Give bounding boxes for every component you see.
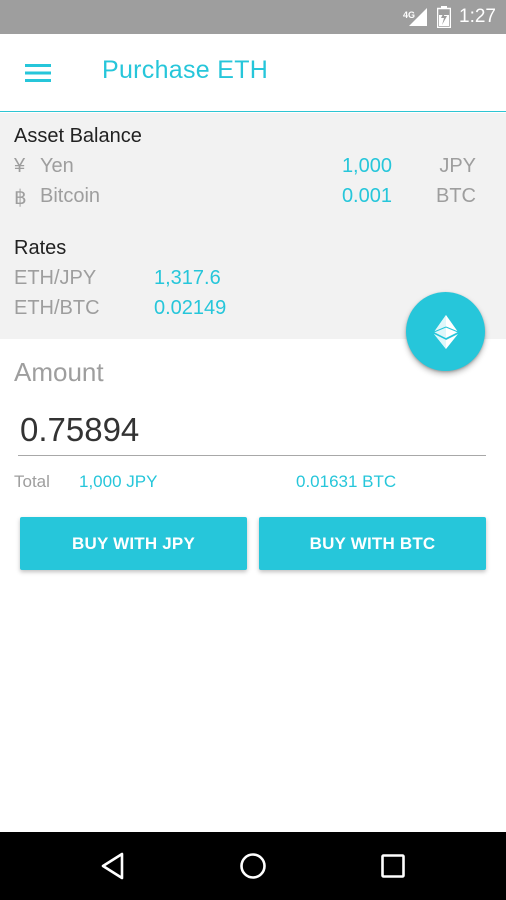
amount-input[interactable] [18,404,486,456]
balance-row-yen: ¥ Yen 1,000 JPY [14,155,492,185]
recent-apps-button[interactable] [369,842,417,890]
rate-value: 1,317.6 [154,267,221,289]
balance-unit: JPY [439,155,476,177]
total-label: Total [14,472,50,491]
total-jpy-value: 1,000 JPY [79,472,158,491]
rate-row-eth-jpy: ETH/JPY 1,317.6 [14,267,492,297]
buy-with-jpy-button[interactable]: BUY WITH JPY [20,517,247,570]
buy-with-btc-button[interactable]: BUY WITH BTC [259,517,486,570]
home-button[interactable] [229,842,277,890]
total-row: Total 1,000 JPY 0.01631 BTC [14,472,494,494]
network-type-label: 4G [403,10,416,20]
ethereum-icon [433,314,458,349]
status-clock: 1:27 [459,6,496,27]
balance-unit: BTC [436,185,476,207]
page-title: Purchase ETH [102,56,269,84]
app-bar: Purchase ETH [0,34,506,112]
rate-label: ETH/JPY [14,267,97,289]
battery-icon [437,6,452,28]
rates-heading: Rates [14,237,67,259]
balance-label: Yen [40,155,74,177]
balance-value: 1,000 [341,155,392,177]
status-icons: 4G 1:27 [403,0,496,34]
balance-value: 0.001 [341,185,392,207]
back-icon [101,852,124,880]
menu-button[interactable] [16,54,62,92]
balance-label: Bitcoin [40,185,101,207]
balance-row-bitcoin: ฿ Bitcoin 0.001 BTC [14,185,492,215]
rate-label: ETH/BTC [14,297,100,319]
system-nav-bar [0,832,506,900]
yen-icon: ¥ [14,155,26,177]
back-button[interactable] [89,842,137,890]
ethereum-fab-button[interactable] [406,292,485,371]
rate-value: 0.02149 [154,297,227,319]
status-bar: 4G 1:27 [0,0,506,34]
amount-label: Amount [14,357,104,387]
recent-apps-icon [381,854,405,878]
asset-balance-heading: Asset Balance [14,125,142,147]
total-btc-value: 0.01631 BTC [296,472,397,491]
bitcoin-icon: ฿ [14,187,27,209]
signal-icon: 4G [403,6,429,28]
home-icon [240,853,266,879]
hamburger-menu-icon [25,64,51,82]
